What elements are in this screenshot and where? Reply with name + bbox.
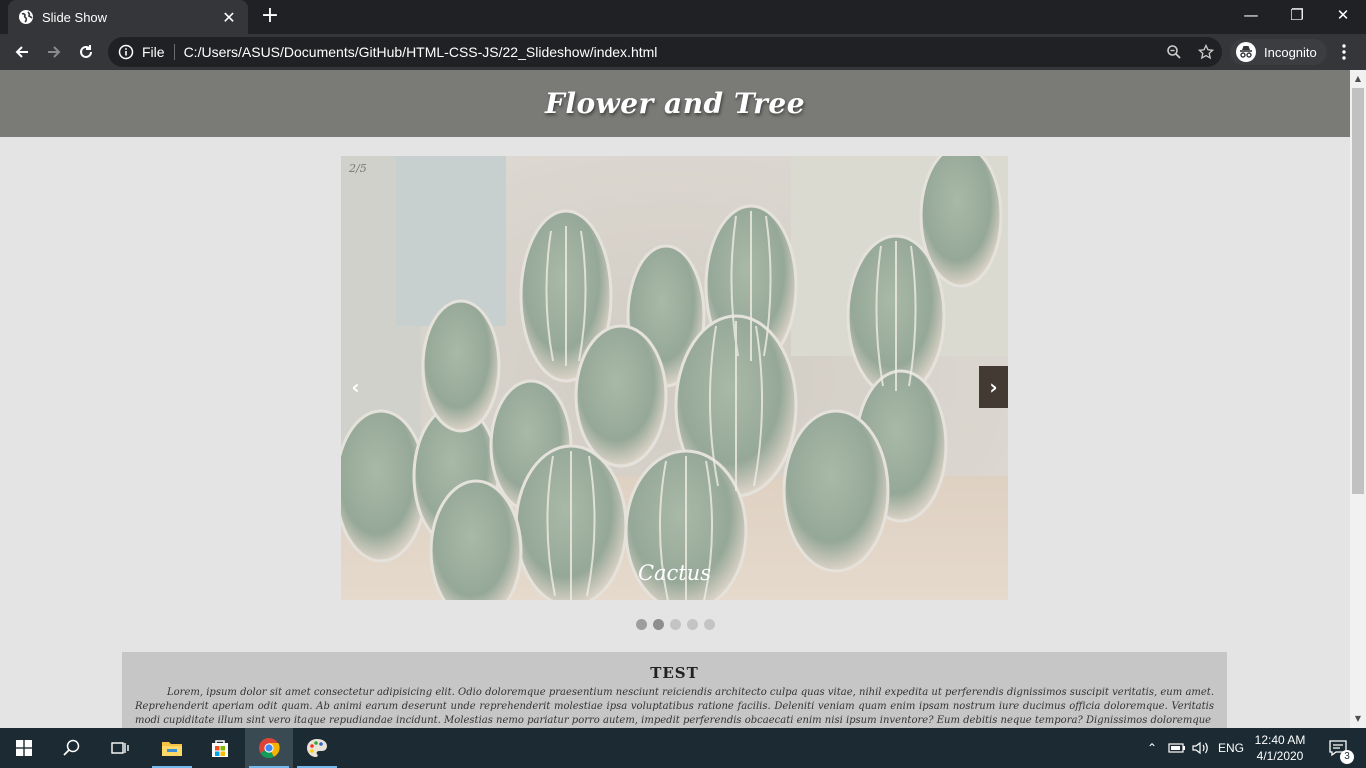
scroll-thumb[interactable] (1352, 88, 1364, 494)
browser-toolbar: File C:/Users/ASUS/Documents/GitHub/HTML… (0, 34, 1366, 70)
windows-taskbar: ⌃ ENG 12:40 AM 4/1/2020 3 (0, 728, 1366, 768)
slide-counter: 2/5 (349, 162, 367, 175)
clock-date: 4/1/2020 (1256, 749, 1304, 763)
page-scrollbar[interactable]: ▲ ▼ (1350, 70, 1366, 728)
notification-count: 3 (1340, 750, 1354, 764)
slideshow: 2/5 ‹ › Cactus (341, 156, 1008, 600)
action-center-button[interactable]: 3 (1318, 728, 1358, 768)
new-tab-button[interactable]: + (258, 5, 282, 29)
scroll-up-icon[interactable]: ▲ (1350, 71, 1366, 87)
cactus-slide-image (341, 156, 1008, 600)
slide-dots (0, 619, 1350, 630)
next-slide-button[interactable]: › (979, 366, 1008, 408)
incognito-badge[interactable]: Incognito (1230, 39, 1327, 65)
folder-icon (162, 742, 182, 756)
restore-button[interactable]: ❐ (1274, 0, 1320, 30)
slide-dot[interactable] (686, 619, 698, 630)
article-body: Lorem, ipsum dolor sit amet consectetur … (135, 687, 1214, 726)
page-viewport: Flower and Tree 2/5 ‹ › Cactus TEST Lore… (0, 70, 1350, 728)
url-text[interactable]: C:/Users/ASUS/Documents/GitHub/HTML-CSS-… (184, 44, 1158, 60)
browser-titlebar: Slide Show ✕ + — ❐ ✕ (0, 0, 1366, 34)
minimize-button[interactable]: — (1228, 0, 1274, 30)
chrome-icon (259, 738, 280, 759)
incognito-label: Incognito (1264, 44, 1317, 60)
article-title: TEST (650, 664, 699, 682)
task-view-button[interactable] (96, 728, 144, 768)
back-arrow-icon (15, 46, 28, 58)
slide-dot[interactable] (669, 619, 681, 630)
page-title: Flower and Tree (544, 87, 806, 120)
address-bar[interactable]: File C:/Users/ASUS/Documents/GitHub/HTML… (108, 37, 1222, 67)
store-button[interactable] (196, 728, 244, 768)
store-bag-icon (212, 740, 228, 757)
back-button[interactable] (8, 38, 36, 66)
bookmark-star-icon[interactable] (1190, 37, 1222, 67)
paint-button[interactable] (293, 728, 341, 768)
tab-close-icon[interactable]: ✕ (220, 8, 238, 27)
volume-icon[interactable] (1190, 728, 1212, 768)
search-icon (63, 739, 80, 756)
language-indicator[interactable]: ENG (1214, 728, 1248, 768)
reload-icon (80, 45, 92, 58)
battery-icon[interactable] (1166, 728, 1188, 768)
slide-caption: Cactus (637, 561, 712, 585)
slide-dot[interactable] (635, 619, 647, 630)
browser-tab[interactable]: Slide Show ✕ (8, 0, 248, 34)
tab-title: Slide Show (42, 9, 108, 25)
omnibox-scheme: File (142, 44, 165, 60)
omnibox-divider (173, 44, 175, 60)
clock-time: 12:40 AM (1254, 733, 1306, 747)
slide-dot-active[interactable] (652, 619, 664, 630)
site-header: Flower and Tree (0, 70, 1350, 137)
windows-logo-icon (16, 740, 32, 756)
search-button[interactable] (48, 728, 96, 768)
forward-arrow-icon (48, 46, 61, 58)
zoom-icon[interactable] (1158, 37, 1190, 67)
incognito-icon (1236, 42, 1256, 62)
info-icon[interactable] (118, 44, 134, 60)
show-hidden-icons-chevron-icon[interactable]: ⌃ (1142, 728, 1162, 768)
more-menu-icon[interactable] (1332, 42, 1356, 62)
globe-icon (18, 9, 34, 25)
forward-button[interactable] (40, 38, 68, 66)
slide-dot[interactable] (703, 619, 715, 630)
start-button[interactable] (0, 728, 48, 768)
article-section: TEST Lorem, ipsum dolor sit amet consect… (122, 652, 1227, 728)
reload-button[interactable] (72, 38, 100, 66)
taskbar-clock[interactable]: 12:40 AM 4/1/2020 (1245, 732, 1315, 764)
chrome-button[interactable] (245, 728, 293, 768)
palette-icon (307, 739, 327, 757)
task-view-icon (111, 742, 129, 754)
scroll-down-icon[interactable]: ▼ (1350, 711, 1366, 727)
prev-slide-button[interactable]: ‹ (341, 366, 370, 408)
close-window-button[interactable]: ✕ (1320, 0, 1366, 30)
file-explorer-button[interactable] (148, 728, 196, 768)
